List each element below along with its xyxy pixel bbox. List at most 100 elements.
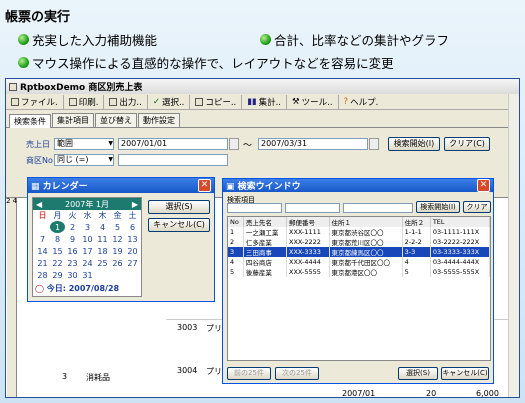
code-input[interactable]: [118, 154, 228, 166]
close-icon[interactable]: ✕: [198, 179, 211, 192]
prev-page-button[interactable]: 前の25件: [227, 367, 271, 380]
calendar-select-button[interactable]: 選択(S): [148, 200, 210, 214]
calendar-day[interactable]: 31: [80, 269, 95, 281]
printer-icon: [68, 97, 77, 106]
search-cancel-button[interactable]: キャンセル(C): [441, 367, 489, 380]
calendar-day[interactable]: 23: [65, 257, 80, 269]
table-cell: 三田商事: [243, 247, 288, 257]
calendar-day[interactable]: 8: [50, 233, 65, 245]
tab-sort[interactable]: 並び替え: [95, 113, 137, 127]
calendar-day[interactable]: 12: [110, 233, 125, 245]
grid-row-header: [7, 198, 17, 397]
table-row[interactable]: 5 後藤産業 XXX-5555 東京都港区〇〇 5 03-5555-555X: [228, 267, 490, 277]
column-header[interactable]: 郵便番号: [286, 217, 330, 227]
calendar-day[interactable]: 20: [125, 245, 140, 257]
calendar-day[interactable]: 16: [65, 245, 80, 257]
table-cell: 3: [228, 247, 244, 257]
toolbar-file[interactable]: ファイル.: [6, 94, 64, 109]
grid-cell-item: プリ: [206, 367, 222, 376]
calendar-day[interactable]: 3: [80, 221, 95, 233]
calendar-day: [125, 269, 140, 281]
table-row[interactable]: 2 仁多産業 XXX-2222 東京都荒川区〇〇 2-2-2 03-2222-222X: [228, 237, 490, 247]
column-header[interactable]: No: [228, 217, 244, 227]
search-value-input[interactable]: [343, 203, 413, 213]
search-select-button[interactable]: 選択(S): [398, 367, 438, 380]
close-icon[interactable]: ✕: [477, 179, 490, 192]
calendar-day[interactable]: 6: [125, 221, 140, 233]
toolbar-copy[interactable]: コピー..: [190, 94, 243, 109]
toolbar-select[interactable]: ✓ 選択..: [148, 94, 191, 109]
search-op-select[interactable]: [285, 203, 340, 213]
calendar-day[interactable]: 25: [95, 257, 110, 269]
output-icon: [109, 97, 118, 106]
toolbar-output[interactable]: 出力..: [104, 94, 148, 109]
calendar-day[interactable]: 1: [50, 221, 65, 233]
calendar-day[interactable]: 9: [65, 233, 80, 245]
dropdown-arrow-icon: ▼: [108, 140, 113, 147]
code-label: 商区No: [26, 156, 53, 165]
tab-settings[interactable]: 動作設定: [138, 113, 180, 127]
weekday-header: 日: [38, 211, 47, 220]
today-label[interactable]: ◯ 今日: 2007/08/28: [35, 283, 119, 294]
calendar-day[interactable]: 19: [110, 245, 125, 257]
toolbar-print[interactable]: 印刷.: [64, 94, 105, 109]
calendar-day[interactable]: 30: [65, 269, 80, 281]
code-mode-select[interactable]: 同じ (=) ▼: [54, 154, 114, 166]
column-header[interactable]: TEL: [430, 217, 490, 227]
calendar-day[interactable]: 22: [50, 257, 65, 269]
tab-aggregate[interactable]: 集計項目: [52, 113, 94, 127]
calendar-day[interactable]: 5: [110, 221, 125, 233]
calendar-day[interactable]: 24: [80, 257, 95, 269]
calendar-day[interactable]: 7: [35, 233, 50, 245]
bullet-3: マウス操作による直感的な操作で、レイアウトなどを容易に変更: [18, 53, 394, 72]
clear-button[interactable]: クリア(C): [444, 137, 490, 151]
calendar-day[interactable]: 26: [110, 257, 125, 269]
date-mode-select[interactable]: 範囲 ▼: [54, 138, 114, 150]
next-page-button[interactable]: 次の25件: [275, 367, 319, 380]
dropdown-arrow-icon: ▼: [108, 156, 113, 163]
search-dialog-start-button[interactable]: 検索開始(I): [416, 201, 460, 213]
calendar-day[interactable]: 17: [80, 245, 95, 257]
prev-month-icon[interactable]: ◀: [36, 200, 42, 209]
calendar-titlebar: ▦ カレンダー ✕: [28, 178, 214, 193]
toolbar-help[interactable]: ? ヘルプ.: [339, 95, 384, 109]
toolbar-aggregate[interactable]: ▮▮ 集計..: [242, 94, 288, 109]
calendar-day[interactable]: 29: [50, 269, 65, 281]
calendar-day[interactable]: 27: [125, 257, 140, 269]
search-dialog-clear-button[interactable]: クリア: [463, 201, 491, 213]
calendar-day[interactable]: 18: [95, 245, 110, 257]
table-row[interactable]: 4 四谷商店 XXX-4444 東京都千代田区〇〇 4 03-4444-444X: [228, 257, 490, 267]
column-header[interactable]: 住所２: [402, 217, 431, 227]
date-to-input[interactable]: 2007/03/31: [258, 138, 368, 150]
calendar-day[interactable]: 15: [50, 245, 65, 257]
tab-search[interactable]: 検索条件: [9, 114, 51, 128]
calendar-day[interactable]: 13: [125, 233, 140, 245]
grid-cell-date: 2007/01: [342, 389, 376, 398]
search-start-button[interactable]: 検索開始(I): [388, 137, 440, 151]
table-cell: 仁多産業: [243, 237, 288, 247]
calendar-day[interactable]: 14: [35, 245, 50, 257]
toolbar: ファイル. 印刷. 出力.. ✓ 選択.. コピー.. ▮▮ 集計.. ⚒ ツール..…: [6, 94, 519, 110]
calendar-day[interactable]: 4: [95, 221, 110, 233]
table-cell: 1-1-1: [402, 227, 431, 237]
calendar-day[interactable]: 28: [35, 269, 50, 281]
column-header[interactable]: 売上先名: [243, 217, 288, 227]
vertical-scrollbar[interactable]: [508, 94, 519, 397]
date-to-picker[interactable]: [369, 138, 379, 150]
column-header[interactable]: 住所１: [329, 217, 403, 227]
table-row[interactable]: 1 一之瀬工業 XXX-1111 東京都渋谷区〇〇 1-1-1 03-1111-111X: [228, 227, 490, 237]
search-field-select[interactable]: [227, 203, 282, 213]
calendar-cancel-button[interactable]: キャンセル(C): [148, 218, 210, 232]
table-row[interactable]: 3 三田商事 XXX-3333 東京都練馬区〇〇 3-3 03-3333-333X: [228, 247, 490, 257]
table-cell: XXX-3333: [286, 247, 330, 257]
calendar-day[interactable]: 10: [80, 233, 95, 245]
calendar-day[interactable]: 21: [35, 257, 50, 269]
calendar-day[interactable]: 2: [65, 221, 80, 233]
calendar-month-label: 2007年 1月: [65, 199, 109, 209]
table-cell: 一之瀬工業: [243, 227, 288, 237]
calendar-day[interactable]: 11: [95, 233, 110, 245]
next-month-icon[interactable]: ▶: [132, 200, 138, 209]
date-from-input[interactable]: 2007/01/01: [118, 138, 228, 150]
toolbar-tools[interactable]: ⚒ ツール..: [287, 94, 339, 109]
date-from-picker[interactable]: [229, 138, 239, 150]
